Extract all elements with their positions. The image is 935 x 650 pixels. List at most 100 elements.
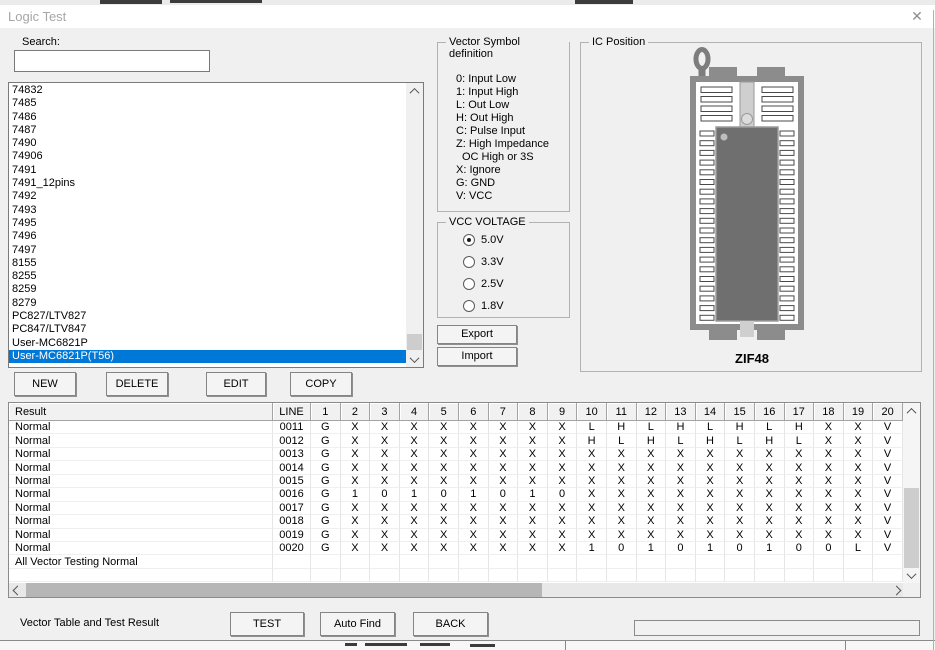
vector-cell xyxy=(518,569,548,582)
search-input[interactable] xyxy=(14,50,210,72)
vector-cell xyxy=(873,569,903,582)
list-item[interactable]: 7497 xyxy=(9,244,406,257)
vector-cell xyxy=(785,555,815,568)
list-item[interactable]: 8155 xyxy=(9,257,406,270)
vector-cell xyxy=(873,555,903,568)
vector-cell: X xyxy=(755,475,785,488)
scroll-down-icon[interactable] xyxy=(406,351,423,367)
vector-cell: X xyxy=(844,515,874,528)
list-item[interactable]: 7487 xyxy=(9,124,406,137)
scroll-left-icon[interactable] xyxy=(9,583,25,597)
vcc-option[interactable]: 1.8V xyxy=(463,299,569,312)
scroll-up-icon[interactable] xyxy=(903,403,920,419)
list-item[interactable]: 7495 xyxy=(9,217,406,230)
vector-cell xyxy=(844,555,874,568)
list-scrollbar[interactable] xyxy=(406,83,423,367)
result-cell: Normal xyxy=(9,515,273,528)
vector-cell: H xyxy=(666,421,696,434)
list-item[interactable]: 74832 xyxy=(9,84,406,97)
delete-button[interactable]: DELETE xyxy=(106,372,168,396)
radio-button-icon[interactable] xyxy=(463,278,475,290)
vector-cell xyxy=(666,569,696,582)
vector-cell: X xyxy=(400,475,430,488)
vector-cell: X xyxy=(725,515,755,528)
list-item[interactable]: 7486 xyxy=(9,111,406,124)
list-item[interactable]: 7491 xyxy=(9,164,406,177)
export-button[interactable]: Export xyxy=(437,325,517,344)
table-header-cell: 19 xyxy=(844,403,874,421)
vector-cell: L xyxy=(666,434,696,447)
list-item[interactable]: 7485 xyxy=(9,97,406,110)
table-header-cell: 20 xyxy=(873,403,903,421)
close-icon[interactable]: ✕ xyxy=(906,7,928,26)
vcc-option[interactable]: 3.3V xyxy=(463,255,569,268)
vector-cell: H xyxy=(607,421,637,434)
vector-cell: X xyxy=(489,502,519,515)
vector-cell: X xyxy=(429,434,459,447)
logic-test-dialog: Logic Test ✕ Search: 7483274857486748774… xyxy=(0,0,935,650)
radio-button-icon[interactable] xyxy=(463,300,475,312)
vector-cell: 1 xyxy=(518,488,548,501)
scroll-down-icon[interactable] xyxy=(903,567,920,583)
list-item[interactable]: 8255 xyxy=(9,270,406,283)
table-vertical-scrollbar[interactable] xyxy=(903,403,920,583)
symbol-definition-line: L: Out Low xyxy=(456,99,569,112)
scroll-right-icon[interactable] xyxy=(888,583,904,597)
scrollbar-thumb[interactable] xyxy=(904,488,919,568)
ic-position-group: IC Position ZIF48 xyxy=(580,42,922,372)
test-button[interactable]: TEST xyxy=(230,612,304,636)
list-item[interactable]: 7491_12pins xyxy=(9,177,406,190)
vcc-option[interactable]: 2.5V xyxy=(463,277,569,290)
vector-cell: X xyxy=(844,488,874,501)
back-button[interactable]: BACK xyxy=(413,612,488,636)
table-header-cell: LINE xyxy=(273,403,311,421)
list-item[interactable]: User-MC6821P xyxy=(9,337,406,350)
copy-button[interactable]: COPY xyxy=(290,372,352,396)
import-button[interactable]: Import xyxy=(437,347,517,366)
vector-cell: X xyxy=(607,448,637,461)
table-header-cell: 6 xyxy=(459,403,489,421)
vector-cell: X xyxy=(607,461,637,474)
edit-button[interactable]: EDIT xyxy=(206,372,266,396)
list-item[interactable]: 7496 xyxy=(9,230,406,243)
list-item[interactable]: 8259 xyxy=(9,283,406,296)
auto-find-button[interactable]: Auto Find xyxy=(320,612,395,636)
window-title: Logic Test xyxy=(8,9,66,24)
vcc-option[interactable]: 5.0V xyxy=(463,233,569,246)
list-item[interactable]: User-MC6821P(T56) xyxy=(9,350,406,363)
vector-cell: X xyxy=(459,434,489,447)
vector-cell: X xyxy=(637,502,667,515)
vector-cell: X xyxy=(341,542,371,555)
vector-cell: X xyxy=(429,502,459,515)
vector-cell xyxy=(400,555,430,568)
list-item[interactable]: 7492 xyxy=(9,190,406,203)
list-item[interactable]: 7490 xyxy=(9,137,406,150)
radio-button-icon[interactable] xyxy=(463,234,475,246)
device-listbox[interactable]: 7483274857486748774907490674917491_12pin… xyxy=(8,82,424,368)
vector-cell: X xyxy=(696,488,726,501)
scroll-up-icon[interactable] xyxy=(406,83,423,99)
new-button[interactable]: NEW xyxy=(14,372,76,396)
symbol-definition-line: C: Pulse Input xyxy=(456,125,569,138)
vector-cell: 0 xyxy=(814,542,844,555)
radio-button-icon[interactable] xyxy=(463,256,475,268)
scrollbar-thumb[interactable] xyxy=(407,334,422,350)
vector-cell: V xyxy=(873,529,903,542)
vector-cell: X xyxy=(341,434,371,447)
table-horizontal-scrollbar[interactable] xyxy=(9,583,904,597)
line-cell: 0017 xyxy=(273,502,311,515)
vector-result-table[interactable]: ResultLINE123456789101112131415161718192… xyxy=(8,402,921,598)
vcc-option-label: 5.0V xyxy=(481,234,504,246)
vector-cell xyxy=(429,569,459,582)
list-item[interactable]: 7493 xyxy=(9,204,406,217)
list-item[interactable]: 74906 xyxy=(9,150,406,163)
vector-cell: G xyxy=(311,488,341,501)
vector-cell: X xyxy=(400,542,430,555)
list-item[interactable]: PC847/LTV847 xyxy=(9,323,406,336)
vector-cell xyxy=(341,569,371,582)
scrollbar-thumb[interactable] xyxy=(26,583,542,597)
list-item[interactable]: 8279 xyxy=(9,297,406,310)
list-item[interactable]: PC827/LTV827 xyxy=(9,310,406,323)
vector-cell: X xyxy=(370,542,400,555)
symbol-definition-line: G: GND xyxy=(456,177,569,190)
